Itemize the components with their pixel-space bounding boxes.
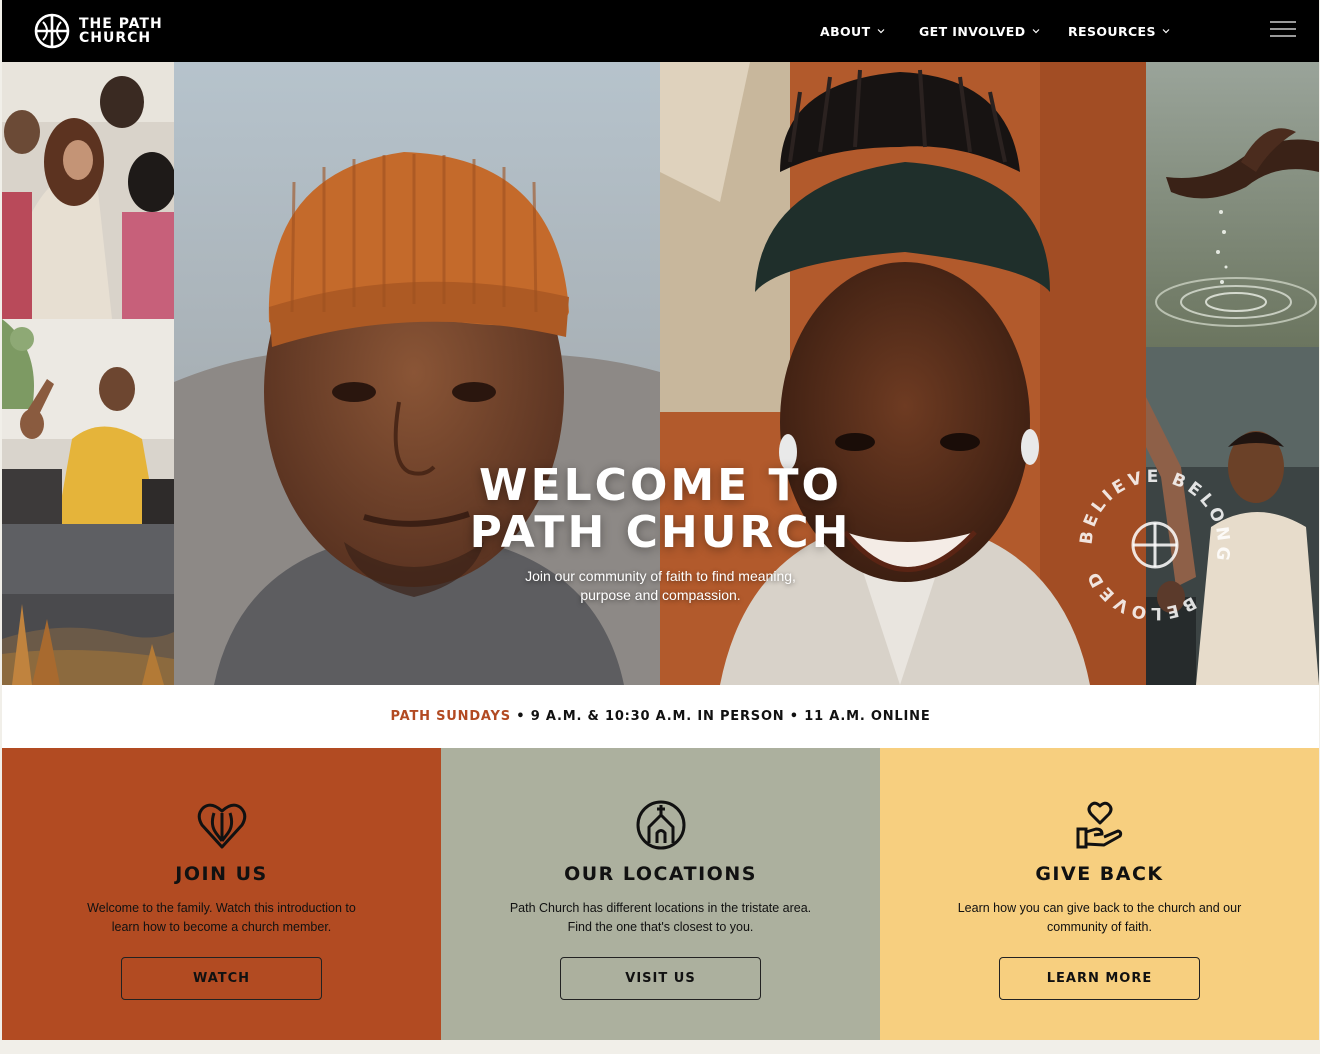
path-cross-logo-icon <box>34 13 70 49</box>
schedule-highlight: PATH SUNDAYS <box>390 709 511 724</box>
hero-title-line-1: WELCOME TO <box>479 460 842 511</box>
watch-button[interactable]: WATCH <box>121 957 322 1000</box>
chevron-down-icon <box>1162 29 1170 34</box>
logo-wordmark: THE PATH CHURCH <box>79 17 163 45</box>
card-give-back-title: GIVE BACK <box>1035 863 1164 885</box>
nav-item-get-involved-label: GET INVOLVED <box>919 23 1026 39</box>
hand-pouring-water-photo <box>1146 62 1319 347</box>
card-join-us-text-line-2: learn how to become a church member. <box>111 920 332 934</box>
visit-us-button[interactable]: VISIT US <box>560 957 761 1000</box>
page-bottom-strip <box>2 1040 1319 1054</box>
chevron-down-icon <box>1032 29 1039 34</box>
site-logo[interactable]: THE PATH CHURCH <box>34 12 174 50</box>
hamburger-menu-icon[interactable] <box>1270 21 1296 39</box>
card-our-locations-title: OUR LOCATIONS <box>564 863 757 885</box>
card-join-us: JOIN US Welcome to the family. Watch thi… <box>2 748 441 1040</box>
hero-subtitle: Join our community of faith to find mean… <box>2 567 1319 605</box>
card-our-locations-text-line-1: Path Church has different locations in t… <box>509 901 812 915</box>
feature-cards: JOIN US Welcome to the family. Watch thi… <box>2 748 1319 1040</box>
hand-heart-icon <box>1076 801 1123 849</box>
card-join-us-title: JOIN US <box>175 863 268 885</box>
schedule-details: • 9 A.M. & 10:30 A.M. IN PERSON • 11 A.M… <box>510 709 931 724</box>
top-nav: THE PATH CHURCH ABOUT GET INVOLVED RESOU… <box>2 0 1319 62</box>
card-give-back-text-line-2: community of faith. <box>1047 920 1152 934</box>
chevron-down-icon <box>877 29 884 34</box>
nav-item-about-label: ABOUT <box>820 23 871 39</box>
hero-subtitle-line-2: purpose and compassion. <box>580 587 741 603</box>
logo-line-1: THE PATH <box>79 16 163 32</box>
learn-more-button[interactable]: LEARN MORE <box>999 957 1200 1000</box>
church-building-icon <box>636 800 686 850</box>
page: THE PATH CHURCH ABOUT GET INVOLVED RESOU… <box>2 0 1319 1054</box>
card-give-back-text-line-1: Learn how you can give back to the churc… <box>957 901 1242 915</box>
hero-subtitle-line-1: Join our community of faith to find mean… <box>525 568 796 584</box>
nav-item-resources-label: RESOURCES <box>1068 23 1156 39</box>
card-give-back-text: Learn how you can give back to the churc… <box>940 899 1259 937</box>
card-give-back: GIVE BACK Learn how you can give back to… <box>880 748 1319 1040</box>
hero-title: WELCOME TO PATH CHURCH <box>2 462 1319 556</box>
worship-crowd-photo <box>2 62 174 319</box>
card-our-locations: OUR LOCATIONS Path Church has different … <box>441 748 880 1040</box>
nav-item-get-involved[interactable]: GET INVOLVED <box>919 0 1041 62</box>
service-schedule-bar: PATH SUNDAYS • 9 A.M. & 10:30 A.M. IN PE… <box>2 685 1319 748</box>
card-our-locations-text-line-2: Find the one that's closest to you. <box>567 920 754 934</box>
logo-line-2: CHURCH <box>79 30 152 46</box>
card-our-locations-text: Path Church has different locations in t… <box>501 899 820 937</box>
nav-item-about[interactable]: ABOUT <box>820 0 886 62</box>
hero-title-line-2: PATH CHURCH <box>469 507 852 558</box>
heart-hands-icon <box>197 803 247 849</box>
hero-banner: BELIEVE BELONG BELOVED WELCOME TO PATH C… <box>2 62 1319 685</box>
card-join-us-text: Welcome to the family. Watch this introd… <box>62 899 381 937</box>
nav-item-resources[interactable]: RESOURCES <box>1068 0 1171 62</box>
card-join-us-text-line-1: Welcome to the family. Watch this introd… <box>87 901 356 915</box>
